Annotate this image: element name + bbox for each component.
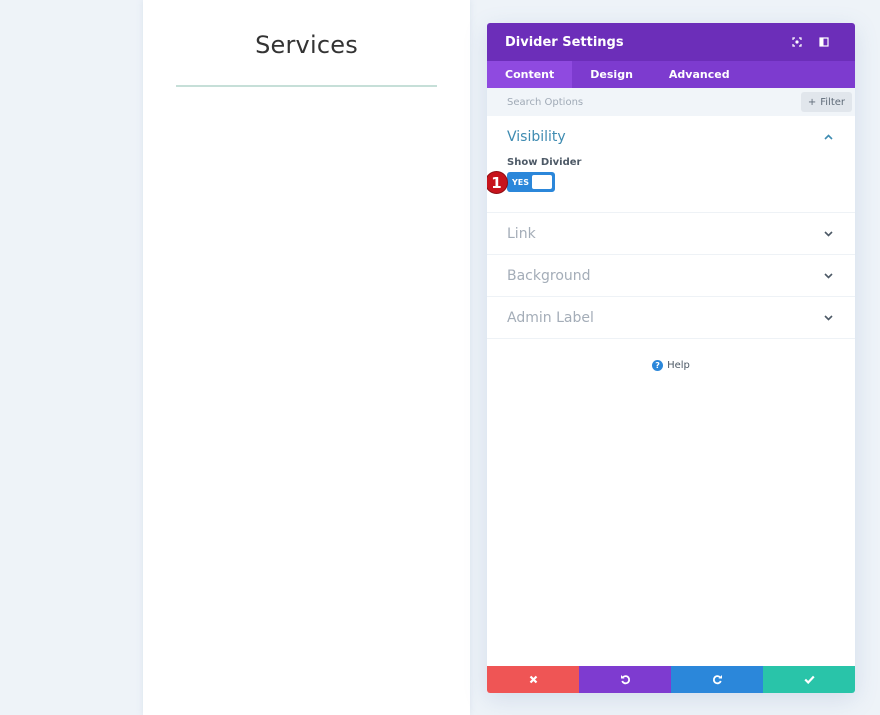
- help-icon: ?: [652, 360, 664, 371]
- toggle-knob: [532, 175, 552, 189]
- tab-design[interactable]: Design: [572, 61, 651, 88]
- help-link[interactable]: ? Help: [487, 360, 855, 371]
- search-options-input[interactable]: [507, 96, 801, 108]
- tab-bar: Content Design Advanced: [487, 61, 855, 88]
- section-visibility-header[interactable]: Visibility: [487, 116, 855, 157]
- panel-footer: [487, 666, 855, 693]
- save-button[interactable]: [763, 666, 855, 693]
- show-divider-label: Show Divider: [507, 157, 582, 168]
- help-label: Help: [667, 360, 690, 371]
- undo-icon: [620, 675, 630, 685]
- toggle-state-label: YES: [512, 177, 530, 187]
- close-icon: [529, 675, 537, 684]
- filter-label: Filter: [820, 96, 845, 108]
- checkmark-icon: [803, 675, 815, 684]
- section-title: Visibility: [507, 128, 566, 145]
- section-title: Link: [507, 225, 536, 242]
- divider-settings-panel: Divider Settings Content Design Advanced…: [487, 23, 855, 693]
- page-column: Services: [143, 0, 470, 715]
- section-title: Background: [507, 267, 591, 284]
- panel-header[interactable]: Divider Settings: [487, 23, 855, 61]
- section-link: Link: [487, 213, 855, 255]
- section-admin-label: Admin Label: [487, 297, 855, 339]
- chevron-up-icon[interactable]: [823, 132, 833, 142]
- tab-advanced[interactable]: Advanced: [651, 61, 748, 88]
- fullscreen-icon[interactable]: [783, 32, 810, 52]
- section-visibility: Visibility Show Divider 1 YES: [487, 116, 855, 213]
- section-title: Admin Label: [507, 309, 594, 326]
- filter-button[interactable]: + Filter: [800, 92, 852, 112]
- chevron-down-icon[interactable]: [823, 271, 833, 281]
- section-background: Background: [487, 255, 855, 297]
- show-divider-toggle[interactable]: 1 YES: [487, 171, 555, 194]
- panel-title: Divider Settings: [505, 34, 624, 50]
- section-link-header[interactable]: Link: [487, 213, 855, 254]
- redo-button[interactable]: [671, 666, 763, 693]
- section-admin-label-header[interactable]: Admin Label: [487, 297, 855, 338]
- services-heading[interactable]: Services: [143, 31, 470, 59]
- undo-button[interactable]: [579, 666, 671, 693]
- divider-module[interactable]: [176, 85, 437, 87]
- section-background-header[interactable]: Background: [487, 255, 855, 296]
- redo-icon: [712, 675, 722, 685]
- discard-button[interactable]: [487, 666, 579, 693]
- chevron-down-icon[interactable]: [823, 313, 833, 323]
- step-badge: 1: [487, 171, 508, 194]
- section-visibility-body: Show Divider 1 YES: [487, 157, 855, 212]
- tab-content[interactable]: Content: [487, 61, 573, 88]
- sidebar-toggle-icon[interactable]: [810, 32, 837, 52]
- plus-icon: +: [807, 96, 817, 108]
- search-bar: + Filter: [487, 88, 855, 116]
- chevron-down-icon[interactable]: [823, 229, 833, 239]
